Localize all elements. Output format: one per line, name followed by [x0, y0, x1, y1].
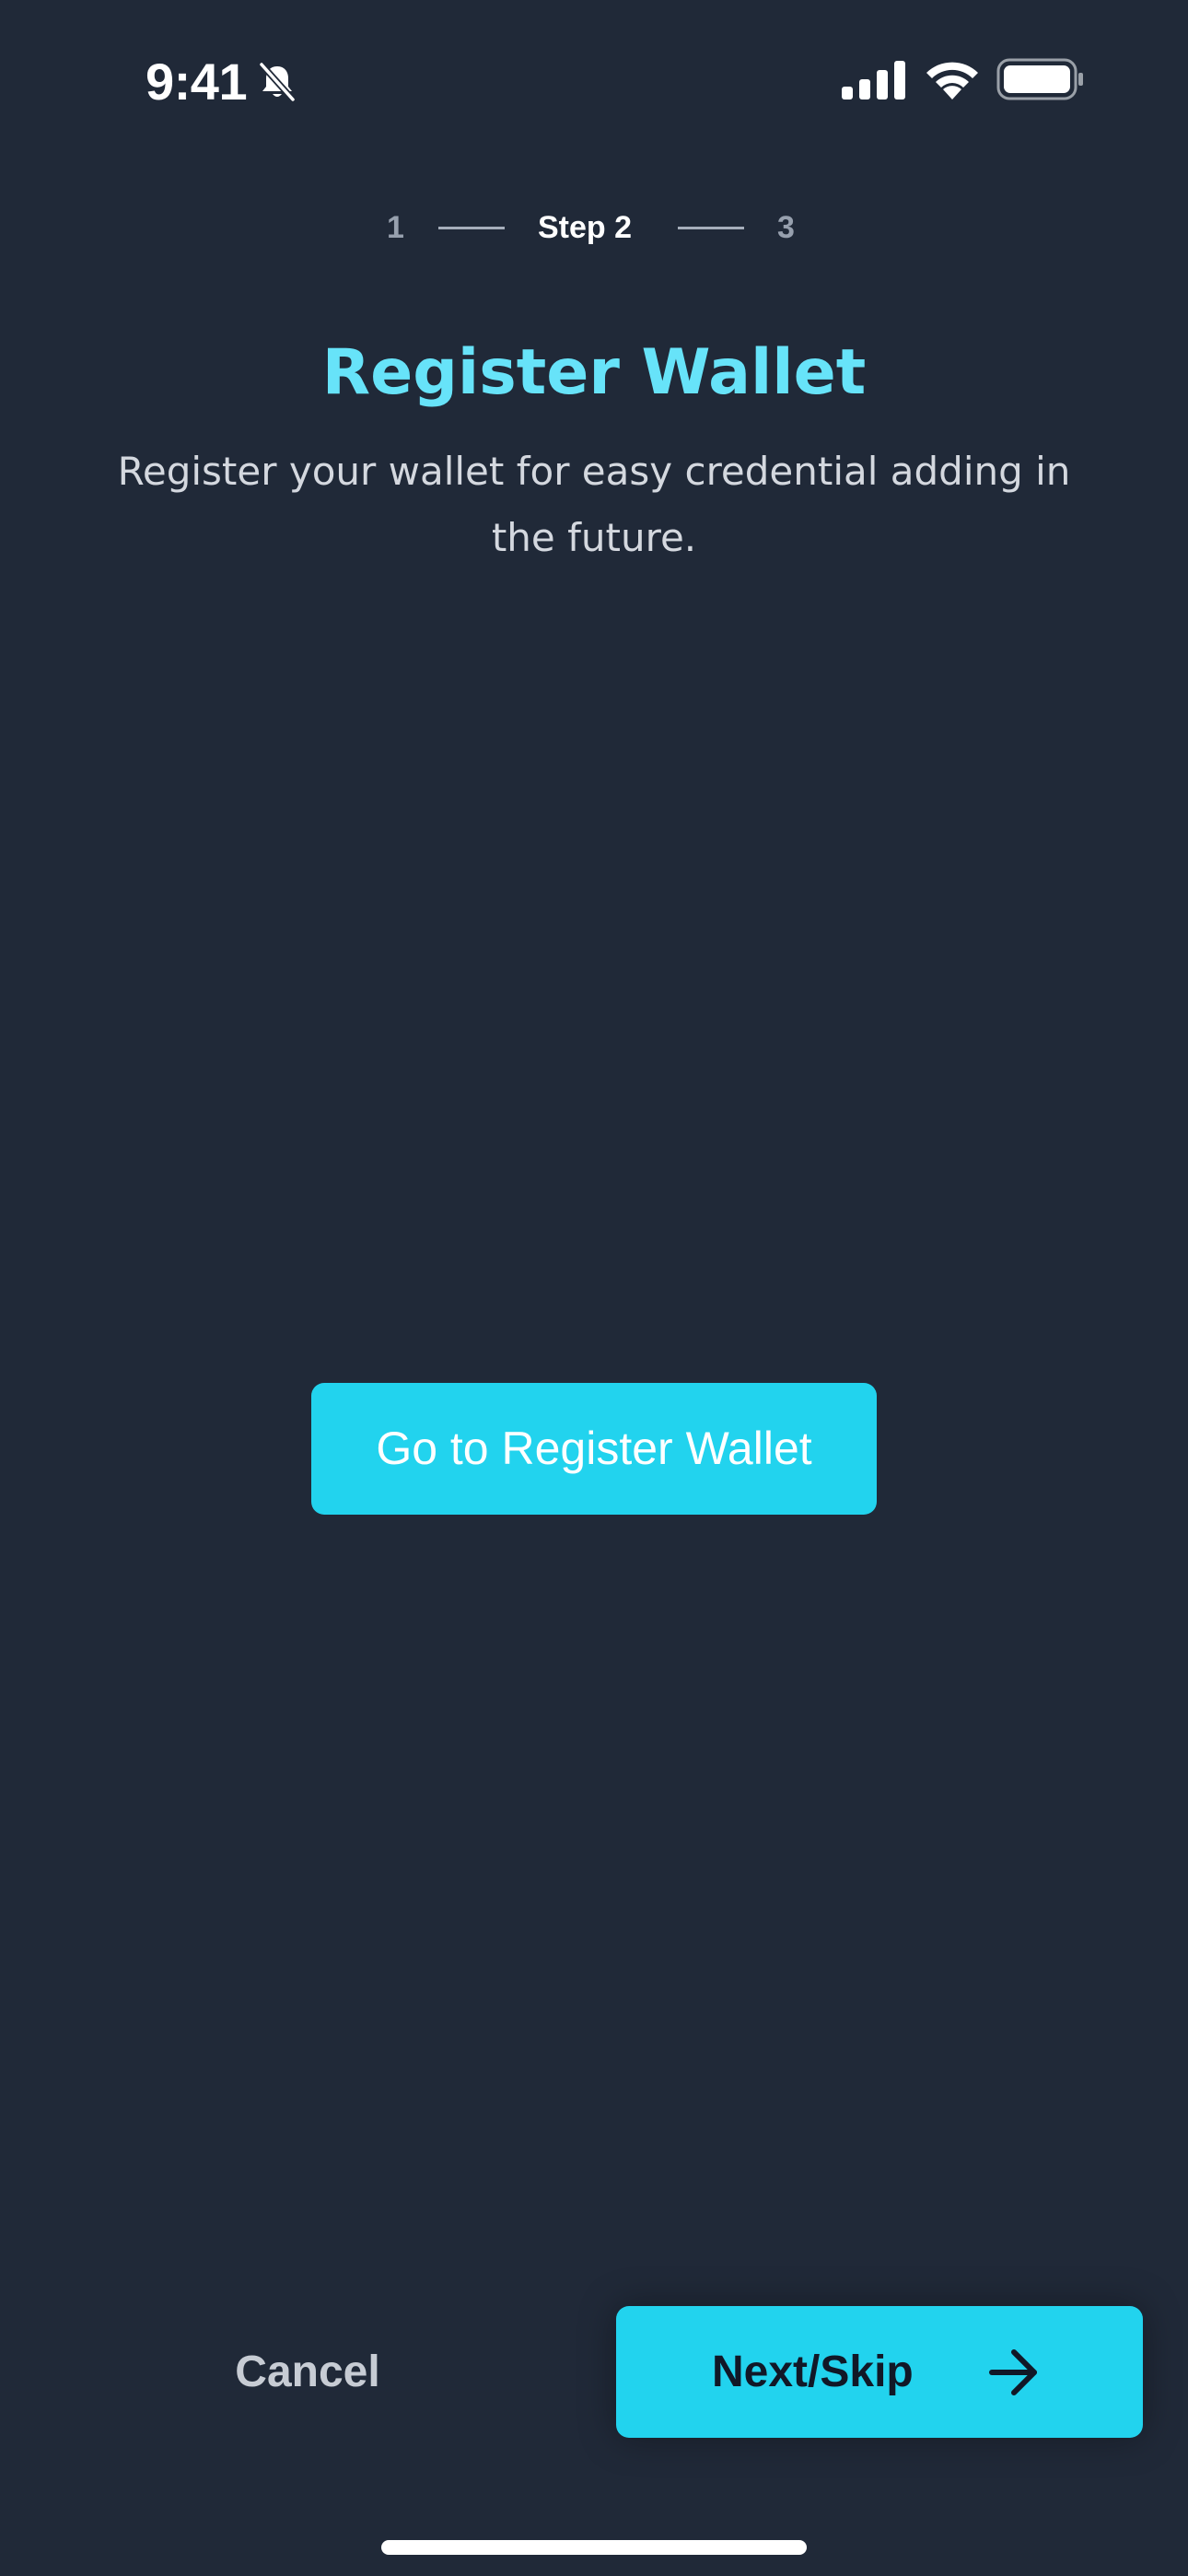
bell-slash-icon	[259, 62, 296, 102]
arrow-right-icon	[989, 2349, 1037, 2395]
step-divider	[438, 227, 505, 229]
wifi-icon	[926, 62, 978, 100]
next-skip-label: Next/Skip	[712, 2348, 914, 2396]
step-divider	[678, 227, 744, 229]
step-indicator: 1 Step 2 3	[0, 205, 1188, 251]
page-subtitle: Register your wallet for easy credential…	[117, 449, 1071, 560]
next-skip-button[interactable]: Next/Skip	[616, 2306, 1143, 2438]
battery-icon	[996, 58, 1083, 100]
register-wallet-screen: 9:41 1 Step 2 3 Register Wallet Register…	[0, 0, 1188, 2576]
page-title: Register Wallet	[321, 336, 867, 409]
home-indicator	[381, 2540, 807, 2555]
cellular-signal-icon	[842, 61, 905, 100]
current-step-label: Step 2	[538, 210, 633, 245]
go-to-register-wallet-button[interactable]: Go to Register Wallet	[311, 1383, 877, 1515]
step-3-label: 3	[777, 210, 795, 245]
status-time: 9:41	[146, 53, 248, 111]
step-1-label: 1	[387, 210, 404, 245]
cancel-button[interactable]: Cancel	[215, 2314, 400, 2430]
